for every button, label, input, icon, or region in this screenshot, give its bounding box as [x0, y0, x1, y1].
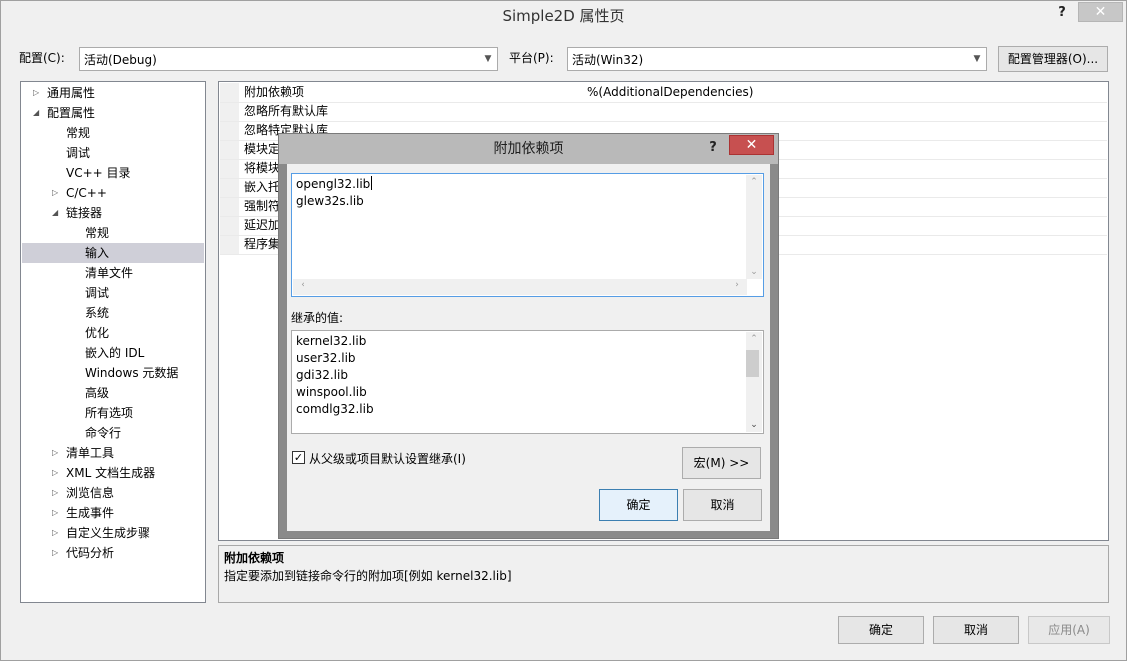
- config-combo[interactable]: 活动(Debug) ▼: [79, 47, 498, 71]
- dependencies-textarea[interactable]: opengl32.lib glew32s.lib ⌃ ⌄ ‹ ›: [291, 173, 764, 297]
- dialog-help-button[interactable]: ?: [703, 138, 723, 158]
- tree-item[interactable]: 调试: [22, 283, 204, 303]
- scroll-left-icon[interactable]: ‹: [295, 280, 311, 290]
- list-item: winspool.lib: [296, 385, 367, 399]
- expand-icon[interactable]: ▷: [52, 483, 62, 503]
- tree-item-selected[interactable]: 输入: [22, 243, 204, 263]
- tree-item[interactable]: 所有选项: [22, 403, 204, 423]
- description-panel: 附加依赖项 指定要添加到链接命令行的附加项[例如 kernel32.lib]: [218, 545, 1109, 603]
- dialog-body: opengl32.lib glew32s.lib ⌃ ⌄ ‹ › 继承的值: k…: [287, 164, 770, 531]
- edit-line: opengl32.lib: [296, 176, 373, 191]
- horizontal-scrollbar[interactable]: ‹ ›: [293, 279, 747, 295]
- config-manager-button[interactable]: 配置管理器(O)...: [998, 46, 1108, 72]
- expand-icon[interactable]: ▷: [33, 83, 43, 103]
- description-text: 指定要添加到链接命令行的附加项[例如 kernel32.lib]: [224, 569, 512, 583]
- inherit-checkbox[interactable]: ✓: [292, 451, 305, 464]
- tree-item[interactable]: VC++ 目录: [22, 163, 204, 183]
- vertical-scrollbar[interactable]: ⌃ ⌄: [746, 332, 762, 432]
- tree-item[interactable]: ▷ XML 文档生成器: [22, 463, 204, 483]
- chevron-down-icon: ▼: [973, 54, 981, 64]
- tree-item[interactable]: 清单文件: [22, 263, 204, 283]
- expand-icon[interactable]: ▷: [52, 503, 62, 523]
- text-caret: [371, 176, 373, 190]
- tree-item[interactable]: ▷ 自定义生成步骤: [22, 523, 204, 543]
- expand-icon[interactable]: ▷: [52, 183, 62, 203]
- tree-item[interactable]: ▷ 代码分析: [22, 543, 204, 563]
- list-item: kernel32.lib: [296, 334, 367, 348]
- scroll-down-icon[interactable]: ⌄: [746, 420, 762, 430]
- list-item: comdlg32.lib: [296, 402, 374, 416]
- inherit-checkbox-label[interactable]: 从父级或项目默认设置继承(I): [309, 450, 466, 467]
- tree-item[interactable]: 常规: [22, 223, 204, 243]
- tree-item[interactable]: ▷ 通用属性: [22, 83, 204, 103]
- tree-item[interactable]: Windows 元数据: [22, 363, 204, 383]
- check-icon: ✓: [293, 451, 304, 464]
- apply-button[interactable]: 应用(A): [1028, 616, 1110, 644]
- list-item: user32.lib: [296, 351, 356, 365]
- expand-icon[interactable]: ▷: [52, 443, 62, 463]
- list-item: gdi32.lib: [296, 368, 348, 382]
- inherited-values-list[interactable]: kernel32.lib user32.lib gdi32.lib winspo…: [291, 330, 764, 434]
- tree-item[interactable]: ▷ 生成事件: [22, 503, 204, 523]
- scroll-up-icon[interactable]: ⌃: [746, 177, 762, 187]
- scroll-up-icon[interactable]: ⌃: [746, 334, 762, 344]
- ok-button[interactable]: 确定: [838, 616, 924, 644]
- collapse-icon[interactable]: ◢: [52, 203, 62, 223]
- dialog-ok-button[interactable]: 确定: [599, 489, 678, 521]
- dialog-close-button[interactable]: ✕: [729, 135, 774, 155]
- tree-item[interactable]: 高级: [22, 383, 204, 403]
- tree-item[interactable]: ▷ 清单工具: [22, 443, 204, 463]
- additional-dependencies-dialog: 附加依赖项 ? ✕ opengl32.lib glew32s.lib ⌃ ⌄ ‹…: [278, 133, 779, 539]
- help-button[interactable]: ?: [1051, 3, 1073, 23]
- tree-item[interactable]: 调试: [22, 143, 204, 163]
- platform-value: 活动(Win32): [572, 53, 644, 67]
- tree-item[interactable]: 优化: [22, 323, 204, 343]
- scroll-down-icon[interactable]: ⌄: [746, 267, 762, 277]
- expand-icon[interactable]: ▷: [52, 543, 62, 563]
- platform-combo[interactable]: 活动(Win32) ▼: [567, 47, 987, 71]
- tree-item[interactable]: 命令行: [22, 423, 204, 443]
- title-bar: Simple2D 属性页 ? ✕: [1, 1, 1126, 31]
- inherited-values-label: 继承的值:: [291, 311, 344, 325]
- tree-item[interactable]: ◢ 配置属性: [22, 103, 204, 123]
- tree-item[interactable]: ▷ C/C++: [22, 183, 204, 203]
- tree-item[interactable]: 系统: [22, 303, 204, 323]
- settings-tree[interactable]: ▷ 通用属性 ◢ 配置属性 常规 调试 VC++ 目录 ▷ C/C++ ◢ 链接…: [20, 81, 206, 603]
- grid-row[interactable]: 忽略所有默认库: [220, 102, 1107, 121]
- cancel-button[interactable]: 取消: [933, 616, 1019, 644]
- scroll-thumb[interactable]: [746, 350, 759, 377]
- expand-icon[interactable]: ▷: [52, 523, 62, 543]
- chevron-down-icon: ▼: [484, 54, 492, 64]
- platform-label: 平台(P):: [509, 51, 554, 65]
- collapse-icon[interactable]: ◢: [33, 103, 43, 123]
- tree-item[interactable]: 嵌入的 IDL: [22, 343, 204, 363]
- dialog-cancel-button[interactable]: 取消: [683, 489, 762, 521]
- config-label: 配置(C):: [19, 51, 65, 65]
- config-value: 活动(Debug): [84, 53, 157, 67]
- edit-line: glew32s.lib: [296, 194, 364, 208]
- grid-row[interactable]: 附加依赖项 %(AdditionalDependencies): [220, 83, 1107, 102]
- tree-item[interactable]: ◢ 链接器: [22, 203, 204, 223]
- expand-icon[interactable]: ▷: [52, 463, 62, 483]
- close-icon: ✕: [745, 137, 758, 153]
- description-title: 附加依赖项: [224, 551, 285, 565]
- scroll-right-icon[interactable]: ›: [729, 280, 745, 290]
- property-pages-window: Simple2D 属性页 ? ✕ 配置(C): 活动(Debug) ▼ 平台(P…: [0, 0, 1127, 661]
- tree-item[interactable]: 常规: [22, 123, 204, 143]
- vertical-scrollbar[interactable]: ⌃ ⌄: [746, 175, 762, 279]
- close-button[interactable]: ✕: [1078, 2, 1123, 22]
- macro-button[interactable]: 宏(M) >>: [682, 447, 761, 479]
- tree-item[interactable]: ▷ 浏览信息: [22, 483, 204, 503]
- window-title: Simple2D 属性页: [502, 7, 625, 25]
- close-icon: ✕: [1094, 4, 1107, 20]
